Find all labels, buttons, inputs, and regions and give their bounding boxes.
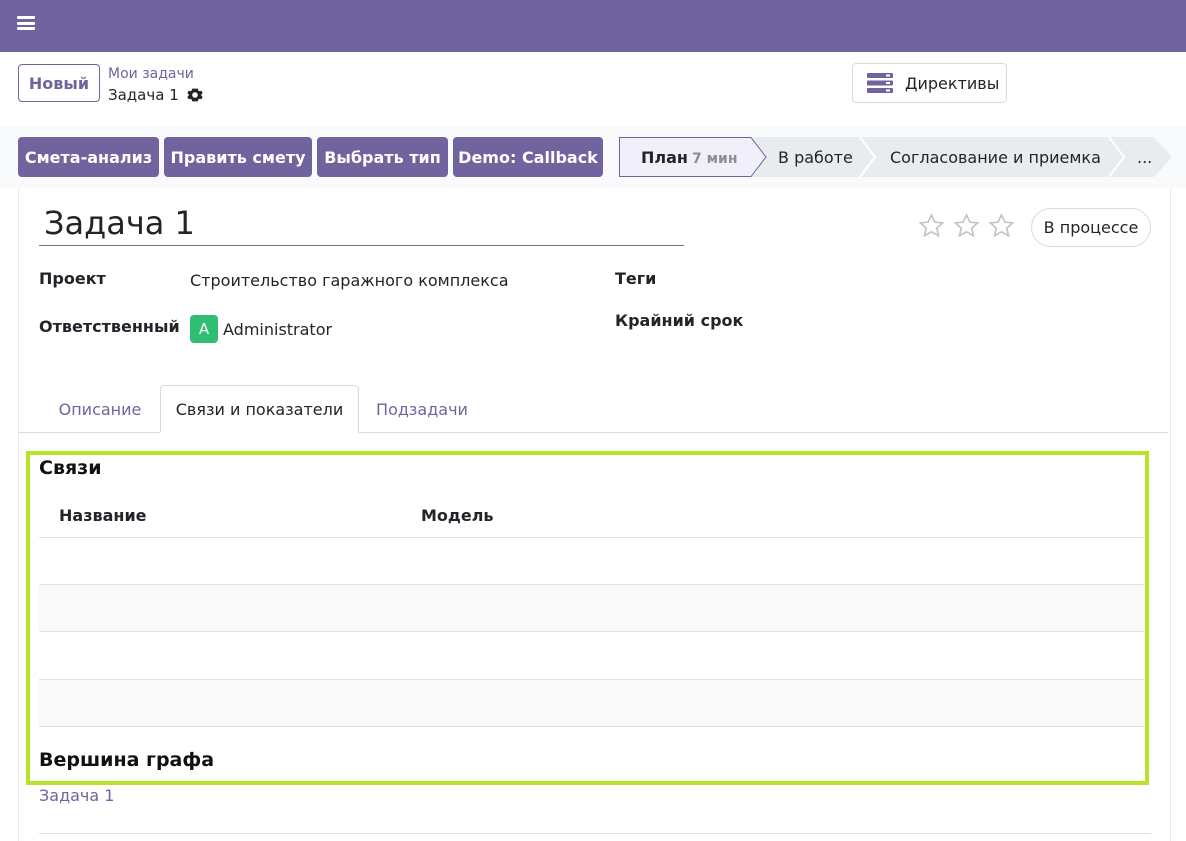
stage-more[interactable]: ... (1137, 148, 1152, 167)
deadline-label: Крайний срок (615, 311, 744, 330)
new-button[interactable]: Новый (18, 64, 100, 102)
tab-links-metrics[interactable]: Связи и показатели (160, 385, 359, 433)
table-row (39, 680, 1144, 726)
breadcrumb-current-label: Задача 1 (108, 86, 179, 104)
star-icon[interactable] (952, 212, 981, 240)
top-navbar (0, 0, 1186, 52)
table-row-divider (39, 631, 1144, 632)
edit-estimate-button[interactable]: Править смету (164, 137, 312, 177)
avatar: A (190, 315, 218, 343)
demo-callback-button[interactable]: Demo: Callback (453, 137, 603, 177)
column-model-header[interactable]: Модель (421, 506, 494, 525)
star-icon[interactable] (917, 212, 946, 240)
table-row-divider (39, 726, 1144, 727)
project-label: Проект (39, 269, 106, 288)
project-field[interactable]: Строительство гаражного комплекса (190, 271, 509, 290)
server-icon (867, 73, 893, 93)
table-row (39, 585, 1144, 631)
tags-label: Теги (615, 269, 657, 288)
stage-approval[interactable]: Согласование и приемка (890, 148, 1101, 167)
gear-icon[interactable] (187, 87, 203, 103)
graph-vertex-link[interactable]: Задача 1 (39, 786, 114, 805)
responsible-field[interactable]: Administrator (223, 320, 332, 339)
stage-pipeline: План 7 мин В работе Согласование и прием… (619, 137, 1172, 177)
directives-label: Директивы (905, 73, 1000, 93)
graph-section-title: Вершина графа (39, 749, 215, 771)
breadcrumb-current: Задача 1 (108, 86, 203, 104)
tab-description[interactable]: Описание (40, 385, 160, 433)
column-name-header[interactable]: Название (59, 506, 147, 525)
hamburger-icon[interactable] (17, 16, 35, 30)
table-row-divider (39, 584, 1144, 585)
state-button[interactable]: В процессе (1031, 208, 1151, 247)
breadcrumb-parent-link[interactable]: Мои задачи (108, 66, 194, 82)
stage-plan-duration: 7 мин (692, 151, 738, 167)
task-title-input[interactable]: Задача 1 (44, 204, 195, 242)
estimate-analysis-button[interactable]: Смета-анализ (18, 137, 159, 177)
tab-subtasks[interactable]: Подзадачи (359, 385, 485, 433)
responsible-label: Ответственный (39, 317, 180, 336)
field-underline (39, 833, 1151, 834)
stage-in-progress[interactable]: В работе (778, 148, 853, 167)
star-icon[interactable] (987, 212, 1016, 240)
choose-type-button[interactable]: Выбрать тип (317, 137, 448, 177)
priority-stars (917, 212, 1016, 240)
links-section-title: Связи (39, 457, 102, 479)
table-row-divider (39, 679, 1144, 680)
stage-plan-label: План (641, 148, 688, 167)
table-header-divider (39, 537, 1144, 538)
title-underline (39, 245, 684, 246)
directives-button[interactable]: Директивы (852, 63, 1007, 103)
